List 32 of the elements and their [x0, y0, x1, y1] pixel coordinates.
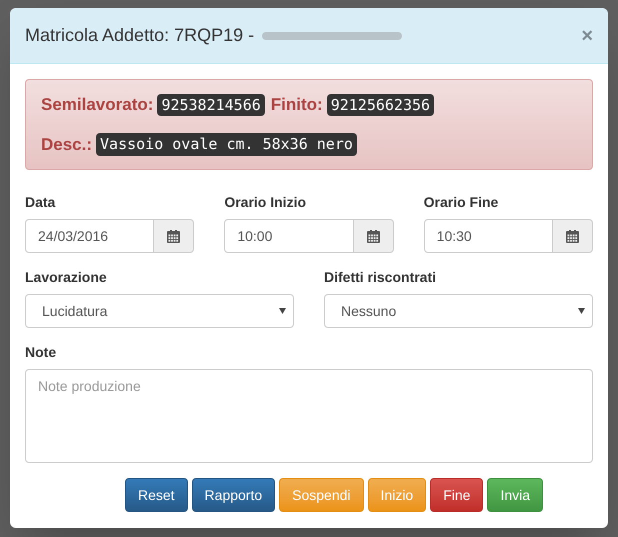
caret-icon	[279, 308, 286, 314]
calendar-icon	[566, 230, 579, 242]
close-button[interactable]: ×	[581, 26, 593, 46]
field-label: Note	[25, 343, 58, 362]
select-field[interactable]: Lucidatura	[25, 294, 294, 328]
field-label: Difetti riscontrati	[324, 268, 438, 287]
calendar-button[interactable]	[552, 219, 593, 253]
select-field[interactable]: Nessuno	[324, 294, 593, 328]
calendar-icon	[366, 230, 380, 242]
caret-icon	[578, 308, 585, 314]
date-time-field[interactable]: 10:30	[424, 219, 553, 253]
date-time-field[interactable]: 24/03/2016	[25, 219, 154, 253]
semilavorato-label: Semilavorato:	[41, 94, 154, 116]
finito-label: Finito:	[270, 94, 323, 116]
modal-title: Matricola Addetto: 7RQP19 -	[25, 24, 254, 47]
action-button[interactable]: Invia	[487, 478, 544, 512]
date-time-field[interactable]: 10:00	[224, 219, 354, 253]
semilavorato-code: 92538214566	[157, 94, 265, 116]
field-label: Orario Fine	[424, 193, 500, 212]
calendar-button[interactable]	[354, 219, 394, 253]
action-button[interactable]: Reset	[124, 478, 188, 512]
action-button[interactable]: Fine	[430, 478, 484, 512]
calendar-button[interactable]	[154, 219, 194, 253]
description-label: Desc.:	[41, 134, 92, 156]
finito-code: 92125662356	[326, 94, 434, 116]
description-code: Vassoio ovale cm. 58x36 nero	[96, 133, 357, 156]
action-button[interactable]: Rapporto	[192, 478, 276, 512]
field-label: Data	[25, 193, 56, 212]
field-label: Lavorazione	[25, 268, 108, 287]
note-field[interactable]: Note produzione	[25, 369, 593, 463]
field-label: Orario Inizio	[224, 193, 308, 212]
calendar-icon	[167, 230, 180, 242]
